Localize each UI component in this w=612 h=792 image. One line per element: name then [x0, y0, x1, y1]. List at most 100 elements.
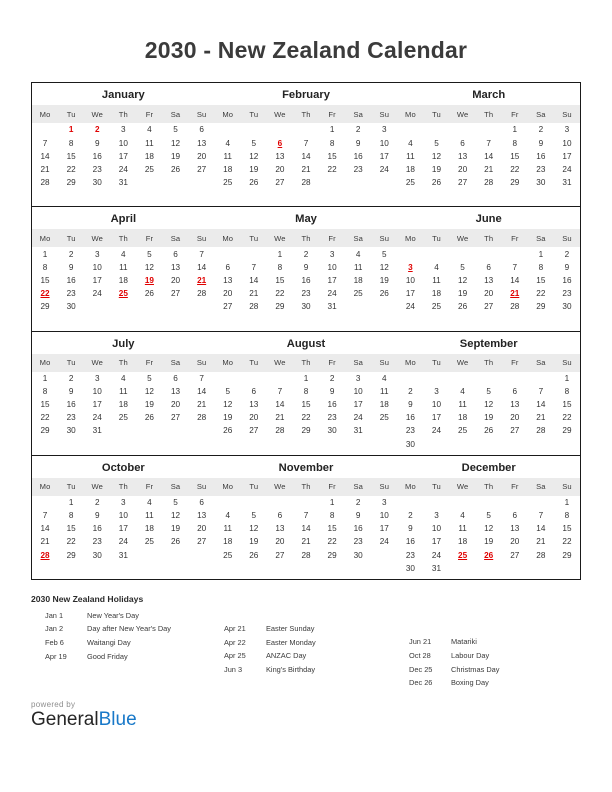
day-cell[interactable]: 11 [450, 522, 476, 535]
day-cell[interactable]: 8 [293, 385, 319, 398]
day-cell[interactable]: 13 [502, 522, 528, 535]
day-cell[interactable]: 6 [267, 509, 293, 522]
day-cell[interactable]: 5 [241, 509, 267, 522]
day-cell[interactable]: 16 [554, 274, 580, 287]
day-cell[interactable]: 13 [215, 274, 241, 287]
day-cell[interactable]: 30 [397, 437, 423, 454]
day-cell[interactable]: 24 [423, 424, 449, 437]
day-cell[interactable]: 30 [319, 424, 345, 437]
day-cell[interactable]: 14 [189, 385, 215, 398]
day-cell[interactable]: 17 [423, 535, 449, 548]
day-cell[interactable]: 10 [110, 509, 136, 522]
day-cell[interactable]: 24 [423, 548, 449, 561]
day-cell[interactable]: 18 [136, 150, 162, 163]
day-cell[interactable]: 25 [215, 548, 241, 561]
day-cell[interactable]: 1 [32, 372, 58, 385]
day-cell[interactable]: 3 [110, 496, 136, 509]
day-cell[interactable]: 23 [58, 411, 84, 424]
day-cell[interactable]: 17 [397, 287, 423, 300]
day-cell[interactable]: 26 [136, 287, 162, 300]
day-cell[interactable]: 4 [110, 247, 136, 260]
day-cell[interactable]: 10 [371, 509, 397, 522]
day-cell[interactable]: 8 [58, 136, 84, 149]
day-cell[interactable]: 23 [58, 287, 84, 300]
day-cell[interactable]: 5 [450, 261, 476, 274]
day-cell[interactable]: 29 [293, 424, 319, 437]
day-cell[interactable]: 27 [189, 163, 215, 176]
day-cell[interactable]: 22 [319, 535, 345, 548]
day-cell[interactable]: 13 [450, 150, 476, 163]
day-cell[interactable]: 22 [58, 163, 84, 176]
day-cell[interactable]: 18 [110, 398, 136, 411]
day-cell[interactable]: 24 [319, 287, 345, 300]
day-cell[interactable]: 2 [554, 247, 580, 260]
day-cell[interactable]: 30 [58, 424, 84, 437]
day-cell[interactable]: 4 [215, 509, 241, 522]
day-cell[interactable]: 8 [528, 261, 554, 274]
day-cell[interactable]: 17 [345, 398, 371, 411]
day-cell[interactable]: 19 [136, 398, 162, 411]
day-cell[interactable]: 30 [345, 548, 371, 561]
day-cell[interactable]: 27 [241, 424, 267, 437]
day-cell[interactable]: 25 [136, 163, 162, 176]
day-cell[interactable]: 22 [32, 411, 58, 424]
day-cell[interactable]: 13 [241, 398, 267, 411]
day-cell[interactable]: 28 [502, 300, 528, 313]
day-cell[interactable]: 27 [450, 176, 476, 189]
day-cell[interactable]: 19 [215, 411, 241, 424]
day-cell-holiday[interactable]: 21 [189, 274, 215, 287]
day-cell[interactable]: 13 [162, 385, 188, 398]
day-cell[interactable]: 6 [215, 261, 241, 274]
day-cell[interactable]: 24 [110, 163, 136, 176]
day-cell[interactable]: 13 [476, 274, 502, 287]
day-cell[interactable]: 30 [554, 300, 580, 313]
day-cell[interactable]: 13 [267, 522, 293, 535]
day-cell[interactable]: 1 [319, 123, 345, 136]
day-cell[interactable]: 10 [423, 398, 449, 411]
day-cell[interactable]: 21 [32, 163, 58, 176]
day-cell[interactable]: 22 [267, 287, 293, 300]
day-cell[interactable]: 3 [84, 372, 110, 385]
day-cell[interactable]: 15 [502, 150, 528, 163]
day-cell[interactable]: 3 [345, 372, 371, 385]
day-cell[interactable]: 6 [502, 385, 528, 398]
day-cell[interactable]: 29 [554, 424, 580, 437]
day-cell[interactable]: 18 [423, 287, 449, 300]
day-cell[interactable]: 5 [476, 385, 502, 398]
day-cell[interactable]: 13 [162, 261, 188, 274]
day-cell[interactable]: 16 [293, 274, 319, 287]
day-cell[interactable]: 20 [450, 163, 476, 176]
day-cell[interactable]: 26 [241, 548, 267, 561]
day-cell[interactable]: 7 [189, 372, 215, 385]
day-cell[interactable]: 4 [423, 261, 449, 274]
day-cell-holiday[interactable]: 3 [397, 261, 423, 274]
day-cell[interactable]: 6 [189, 123, 215, 136]
day-cell[interactable]: 24 [84, 287, 110, 300]
day-cell[interactable]: 16 [84, 522, 110, 535]
day-cell[interactable]: 10 [397, 274, 423, 287]
day-cell-holiday[interactable]: 6 [267, 136, 293, 149]
day-cell[interactable]: 9 [528, 136, 554, 149]
day-cell[interactable]: 2 [58, 372, 84, 385]
day-cell[interactable]: 2 [84, 496, 110, 509]
day-cell[interactable]: 19 [476, 535, 502, 548]
day-cell[interactable]: 15 [319, 150, 345, 163]
day-cell[interactable]: 1 [267, 247, 293, 260]
day-cell[interactable]: 30 [58, 300, 84, 313]
day-cell[interactable]: 6 [162, 372, 188, 385]
day-cell[interactable]: 8 [502, 136, 528, 149]
day-cell[interactable]: 6 [450, 136, 476, 149]
day-cell[interactable]: 25 [397, 176, 423, 189]
day-cell[interactable]: 27 [215, 300, 241, 313]
day-cell[interactable]: 15 [267, 274, 293, 287]
day-cell[interactable]: 27 [267, 176, 293, 189]
day-cell[interactable]: 4 [345, 247, 371, 260]
day-cell[interactable]: 27 [162, 287, 188, 300]
day-cell[interactable]: 5 [162, 496, 188, 509]
day-cell-holiday[interactable]: 2 [84, 123, 110, 136]
day-cell[interactable]: 31 [423, 562, 449, 579]
day-cell[interactable]: 2 [345, 496, 371, 509]
day-cell[interactable]: 2 [319, 372, 345, 385]
day-cell[interactable]: 10 [84, 385, 110, 398]
day-cell[interactable]: 24 [397, 300, 423, 313]
